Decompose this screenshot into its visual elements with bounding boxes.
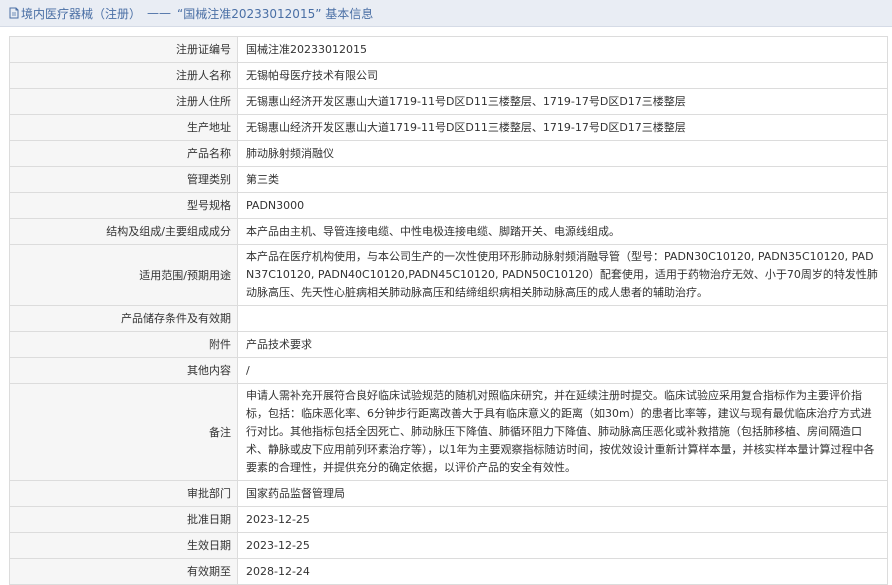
- page-header: 境内医疗器械（注册） —— “国械注准20233012015” 基本信息: [0, 0, 892, 27]
- document-icon: [8, 7, 20, 19]
- row-label: 结构及组成/主要组成成分: [9, 218, 238, 245]
- table-row: 注册人名称 无锡帕母医疗技术有限公司: [9, 62, 888, 89]
- row-value: 肺动脉射频消融仪: [237, 140, 888, 167]
- info-table: 注册证编号 国械注准20233012015 注册人名称 无锡帕母医疗技术有限公司…: [9, 36, 888, 585]
- row-label: 适用范围/预期用途: [9, 244, 238, 306]
- row-value: 申请人需补充开展符合良好临床试验规范的随机对照临床研究，并在延续注册时提交。临床…: [237, 383, 888, 481]
- row-value: 本产品由主机、导管连接电缆、中性电极连接电缆、脚踏开关、电源线组成。: [237, 218, 888, 245]
- row-label: 生效日期: [9, 532, 238, 559]
- row-label: 型号规格: [9, 192, 238, 219]
- table-row: 备注 申请人需补充开展符合良好临床试验规范的随机对照临床研究，并在延续注册时提交…: [9, 383, 888, 481]
- row-label: 附件: [9, 331, 238, 358]
- row-label: 管理类别: [9, 166, 238, 193]
- row-value: 2028-12-24: [237, 558, 888, 585]
- row-value: 2023-12-25: [237, 532, 888, 559]
- row-value: 本产品在医疗机构使用，与本公司生产的一次性使用环形肺动脉射频消融导管（型号：PA…: [237, 244, 888, 306]
- row-label: 生产地址: [9, 114, 238, 141]
- section-link[interactable]: 境内医疗器械（注册）: [21, 5, 141, 22]
- table-row: 注册证编号 国械注准20233012015: [9, 36, 888, 63]
- row-label: 审批部门: [9, 480, 238, 507]
- row-value: 国械注准20233012015: [237, 36, 888, 63]
- row-value: PADN3000: [237, 192, 888, 219]
- header-separator: ——: [147, 6, 172, 20]
- table-row: 审批部门 国家药品监督管理局: [9, 480, 888, 507]
- table-row: 适用范围/预期用途 本产品在医疗机构使用，与本公司生产的一次性使用环形肺动脉射频…: [9, 244, 888, 306]
- row-label: 注册证编号: [9, 36, 238, 63]
- table-row: 生产地址 无锡惠山经济开发区惠山大道1719-11号D区D11三楼整层、1719…: [9, 114, 888, 141]
- row-label: 产品储存条件及有效期: [9, 305, 238, 332]
- row-label: 其他内容: [9, 357, 238, 384]
- table-row: 批准日期 2023-12-25: [9, 506, 888, 533]
- table-row: 型号规格 PADN3000: [9, 192, 888, 219]
- row-label: 备注: [9, 383, 238, 481]
- table-row: 产品储存条件及有效期: [9, 305, 888, 332]
- row-value: /: [237, 357, 888, 384]
- table-row: 生效日期 2023-12-25: [9, 532, 888, 559]
- row-label: 有效期至: [9, 558, 238, 585]
- table-row: 有效期至 2028-12-24: [9, 558, 888, 585]
- row-label: 注册人住所: [9, 88, 238, 115]
- row-label: 产品名称: [9, 140, 238, 167]
- table-row: 注册人住所 无锡惠山经济开发区惠山大道1719-11号D区D11三楼整层、171…: [9, 88, 888, 115]
- table-row: 结构及组成/主要组成成分 本产品由主机、导管连接电缆、中性电极连接电缆、脚踏开关…: [9, 218, 888, 245]
- table-row: 管理类别 第三类: [9, 166, 888, 193]
- info-table-container: 注册证编号 国械注准20233012015 注册人名称 无锡帕母医疗技术有限公司…: [9, 36, 888, 585]
- table-row: 产品名称 肺动脉射频消融仪: [9, 140, 888, 167]
- row-label: 批准日期: [9, 506, 238, 533]
- row-value: 第三类: [237, 166, 888, 193]
- row-value: 无锡惠山经济开发区惠山大道1719-11号D区D11三楼整层、1719-17号D…: [237, 114, 888, 141]
- row-value: [237, 305, 888, 332]
- page-title: “国械注准20233012015” 基本信息: [177, 6, 374, 21]
- table-row: 其他内容 /: [9, 357, 888, 384]
- table-row: 附件 产品技术要求: [9, 331, 888, 358]
- row-value: 国家药品监督管理局: [237, 480, 888, 507]
- row-label: 注册人名称: [9, 62, 238, 89]
- row-value: 无锡帕母医疗技术有限公司: [237, 62, 888, 89]
- row-value: 2023-12-25: [237, 506, 888, 533]
- row-value: 无锡惠山经济开发区惠山大道1719-11号D区D11三楼整层、1719-17号D…: [237, 88, 888, 115]
- row-value: 产品技术要求: [237, 331, 888, 358]
